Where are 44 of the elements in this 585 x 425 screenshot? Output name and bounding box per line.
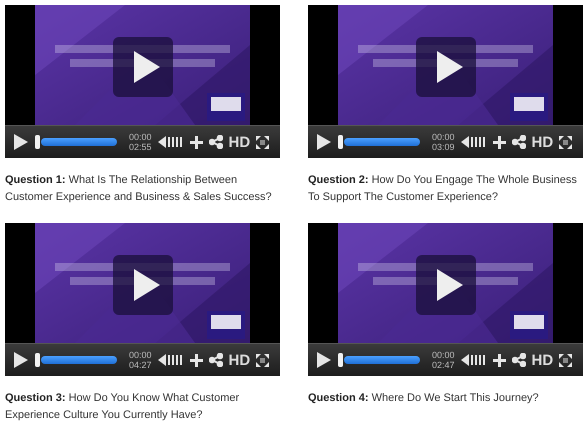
play-icon[interactable]	[13, 351, 29, 369]
video-caption: Question 3: How Do You Know What Customer Experience Culture You Currently Have?	[5, 391, 240, 423]
volume-icon[interactable]	[158, 353, 184, 367]
duration-time: 02:47	[432, 360, 455, 370]
seek-bar[interactable]	[35, 353, 117, 367]
video-caption: Question 4: Where Do We Start This Journey?	[308, 391, 540, 406]
fullscreen-icon[interactable]	[559, 354, 572, 366]
play-icon[interactable]	[113, 37, 173, 97]
seek-bar[interactable]	[338, 135, 420, 149]
duration-time: 02:55	[129, 142, 152, 152]
volume-icon[interactable]	[158, 135, 184, 149]
elapsed-time: 00:00	[129, 350, 152, 360]
volume-icon[interactable]	[460, 135, 487, 149]
play-icon[interactable]	[113, 255, 173, 315]
video-caption: Question 1: What Is The Relationship Between Customer Experience and Business & Sales Success?	[5, 173, 273, 205]
share-icon[interactable]	[208, 353, 223, 367]
share-icon[interactable]	[208, 135, 223, 149]
elapsed-time: 00:00	[129, 132, 152, 142]
fullscreen-icon[interactable]	[559, 136, 572, 148]
seek-bar[interactable]	[338, 353, 420, 367]
elapsed-time: 00:00	[432, 350, 455, 360]
hd-button[interactable]: HD	[532, 352, 554, 368]
video-caption: Question 2: How Do You Engage The Whole Business To Support The Customer Experience?	[308, 173, 578, 205]
share-icon[interactable]	[512, 135, 526, 149]
hd-button[interactable]: HD	[532, 134, 554, 150]
plus-icon[interactable]	[190, 354, 203, 366]
hd-button[interactable]: HD	[228, 134, 250, 150]
fullscreen-icon[interactable]	[256, 354, 270, 366]
share-icon[interactable]	[512, 353, 526, 367]
elapsed-time: 00:00	[432, 132, 455, 142]
seek-bar[interactable]	[35, 135, 117, 149]
plus-icon[interactable]	[492, 354, 506, 366]
volume-icon[interactable]	[460, 353, 487, 367]
play-icon[interactable]	[416, 37, 476, 97]
fullscreen-icon[interactable]	[256, 136, 270, 148]
duration-time: 04:27	[129, 360, 152, 370]
hd-button[interactable]: HD	[228, 352, 250, 368]
play-icon[interactable]	[13, 133, 29, 151]
play-icon[interactable]	[416, 255, 476, 315]
duration-time: 03:09	[432, 142, 455, 152]
play-icon[interactable]	[316, 133, 332, 151]
play-icon[interactable]	[316, 351, 332, 369]
plus-icon[interactable]	[492, 136, 506, 148]
plus-icon[interactable]	[190, 136, 203, 148]
